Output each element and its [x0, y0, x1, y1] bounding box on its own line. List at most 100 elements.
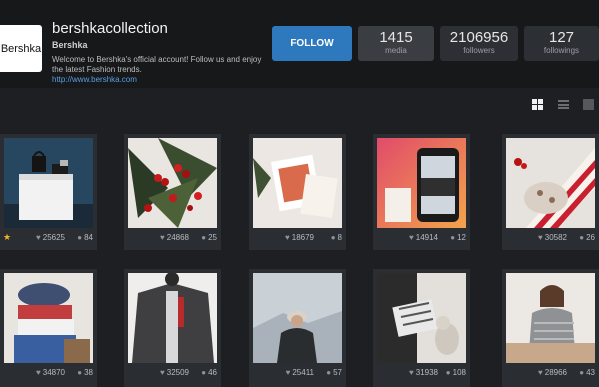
profile-username[interactable]: bershkacollection: [52, 20, 267, 38]
media-thumbnail[interactable]: [128, 138, 217, 228]
media-stats: ♥ 31938 ● 108: [373, 366, 470, 380]
comment-count: ● 26: [579, 233, 595, 242]
like-count-value: 32509: [166, 368, 189, 377]
media-card[interactable]: ♥ 32509 ● 46: [124, 269, 221, 387]
comment-count-value: 84: [84, 233, 93, 242]
like-count: ♥ 18679: [285, 233, 314, 242]
media-count-value: 1415: [379, 29, 413, 46]
like-count-value: 14914: [415, 233, 438, 242]
avatar-logo-text: Bershka: [0, 42, 42, 55]
media-count[interactable]: 1415 media: [358, 26, 434, 61]
like-count: ♥ 24868: [160, 233, 189, 242]
like-count: ♥ 32509: [160, 368, 189, 377]
media-thumbnail[interactable]: [506, 138, 595, 228]
media-thumbnail[interactable]: [253, 138, 342, 228]
media-card[interactable]: ♥ 31938 ● 108: [373, 269, 470, 387]
comment-bubble-icon: ●: [201, 233, 207, 242]
profile-full-name: Bershka: [52, 40, 88, 50]
list-view-icon[interactable]: [558, 99, 569, 110]
comment-count: ● 108: [446, 368, 466, 377]
media-card[interactable]: ♥ 28966 ● 43: [502, 269, 599, 387]
like-count: ♥ 30582: [538, 233, 567, 242]
comment-count: ● 38: [77, 368, 93, 377]
media-stats: ♥ 32509 ● 46: [124, 366, 221, 380]
comment-count: ● 8: [331, 233, 342, 242]
like-count-value: 34870: [42, 368, 65, 377]
comment-bubble-icon: ●: [77, 233, 83, 242]
comment-bubble-icon: ●: [77, 368, 83, 377]
like-count: ♥ 28966: [538, 368, 567, 377]
media-card[interactable]: ★ ♥ 25625 ● 84: [0, 134, 97, 250]
media-card[interactable]: ♥ 34870 ● 38: [0, 269, 97, 387]
followings-count-label: followings: [543, 46, 580, 55]
media-thumbnail[interactable]: [377, 138, 466, 228]
comment-count-value: 12: [457, 233, 466, 242]
heart-icon: ♥: [538, 233, 543, 242]
comment-count-value: 108: [452, 368, 466, 377]
heart-icon: ♥: [538, 368, 543, 377]
heart-icon: ♥: [160, 233, 165, 242]
like-count-value: 24868: [166, 233, 189, 242]
media-card[interactable]: ♥ 14914 ● 12: [373, 134, 470, 250]
media-card[interactable]: ♥ 30582 ● 26: [502, 134, 599, 250]
heart-icon: ♥: [409, 368, 414, 377]
comment-count: ● 25: [201, 233, 217, 242]
comment-count: ● 57: [326, 368, 342, 377]
media-thumbnail[interactable]: [253, 273, 342, 363]
like-count-value: 25411: [292, 368, 314, 377]
media-stats: ♥ 18679 ● 8: [249, 231, 346, 245]
comment-bubble-icon: ●: [201, 368, 207, 377]
media-stats: ♥ 28966 ● 43: [502, 366, 599, 380]
media-card[interactable]: ♥ 25411 ● 57: [249, 269, 346, 387]
profile-bio: Welcome to Bershka's official account! F…: [52, 55, 262, 74]
comment-count-value: 25: [208, 233, 217, 242]
media-stats: ♥ 30582 ● 26: [502, 231, 599, 245]
comment-count-value: 46: [208, 368, 217, 377]
comment-bubble-icon: ●: [445, 368, 451, 377]
media-card[interactable]: ♥ 24868 ● 25: [124, 134, 221, 250]
grid-view-icon[interactable]: [532, 99, 543, 110]
like-count: ♥ 25625: [36, 233, 65, 242]
follow-button[interactable]: FOLLOW: [272, 26, 352, 61]
followers-count[interactable]: 2106956 followers: [440, 26, 518, 61]
heart-icon: ♥: [36, 368, 41, 377]
media-stats: ♥ 34870 ● 38: [0, 366, 97, 380]
followings-count[interactable]: 127 followings: [524, 26, 599, 61]
like-count-value: 25625: [42, 233, 65, 242]
profile-avatar[interactable]: Bershka: [0, 25, 42, 72]
media-stats: ♥ 24868 ● 25: [124, 231, 221, 245]
single-view-icon[interactable]: [583, 99, 594, 110]
media-grid: ★ ♥ 25625 ● 84 ♥ 24868 ● 25 ♥ 18679 ● 8 …: [0, 134, 599, 387]
comment-bubble-icon: ●: [450, 233, 456, 242]
comment-count-value: 43: [586, 368, 595, 377]
heart-icon: ♥: [160, 368, 165, 377]
comment-count: ● 84: [77, 233, 93, 242]
comment-bubble-icon: ●: [326, 368, 332, 377]
media-count-label: media: [385, 46, 407, 55]
comment-count-value: 57: [333, 368, 342, 377]
profile-info: bershkacollection Bershka Welcome to Ber…: [52, 20, 267, 85]
comment-count: ● 12: [450, 233, 466, 242]
media-stats: ♥ 25411 ● 57: [249, 366, 346, 380]
followers-count-value: 2106956: [449, 29, 509, 46]
profile-website-link[interactable]: http://www.bershka.com: [52, 75, 267, 85]
comment-count-value: 8: [337, 233, 342, 242]
heart-icon: ♥: [285, 233, 290, 242]
star-icon[interactable]: ★: [3, 232, 11, 243]
heart-icon: ♥: [36, 233, 41, 242]
media-card[interactable]: ♥ 18679 ● 8: [249, 134, 346, 250]
media-thumbnail[interactable]: [506, 273, 595, 363]
comment-count: ● 43: [579, 368, 595, 377]
media-thumbnail[interactable]: [4, 273, 93, 363]
comment-count: ● 46: [201, 368, 217, 377]
comment-bubble-icon: ●: [330, 233, 336, 242]
comment-count-value: 26: [586, 233, 595, 242]
media-thumbnail[interactable]: [128, 273, 217, 363]
profile-header: Bershka bershkacollection Bershka Welcom…: [0, 0, 599, 88]
media-thumbnail[interactable]: [377, 273, 466, 363]
media-thumbnail[interactable]: [4, 138, 93, 228]
like-count: ♥ 14914: [409, 233, 438, 242]
followers-count-label: followers: [463, 46, 495, 55]
heart-icon: ♥: [409, 233, 414, 242]
media-stats: ★ ♥ 25625 ● 84: [0, 231, 97, 245]
